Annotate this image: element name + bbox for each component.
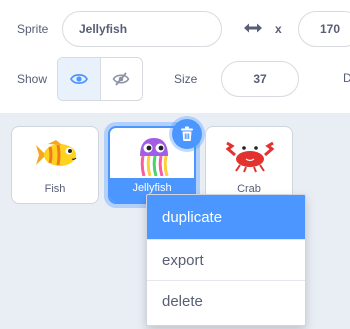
- crab-icon: [225, 141, 275, 173]
- menu-item-duplicate[interactable]: duplicate: [147, 195, 305, 239]
- show-sprite-button[interactable]: [58, 58, 101, 100]
- fish-icon: [36, 140, 77, 166]
- menu-item-delete[interactable]: delete: [147, 280, 305, 321]
- sprite-name-input[interactable]: Jellyfish: [62, 11, 222, 47]
- x-position-icon: [244, 23, 262, 33]
- sprite-info-panel: Sprite Jellyfish x 170 Show Size 37 D: [0, 0, 350, 112]
- trash-icon: [181, 126, 193, 141]
- delete-sprite-button[interactable]: [172, 119, 202, 149]
- sprite-context-menu: duplicate export delete: [146, 194, 306, 326]
- sprite-tile-crab[interactable]: Crab: [205, 126, 293, 204]
- size-label: Size: [174, 72, 198, 86]
- x-label: x: [275, 22, 282, 36]
- direction-label-partial: D: [343, 71, 350, 85]
- sprite-name: Jellyfish: [132, 182, 172, 194]
- eye-icon: [69, 73, 88, 85]
- sprite-tile-fish[interactable]: Fish: [11, 126, 99, 204]
- sprite-name: Fish: [44, 183, 66, 195]
- visibility-toggle-group: [57, 57, 143, 101]
- x-position-input[interactable]: 170: [298, 11, 350, 47]
- hide-sprite-button[interactable]: [101, 58, 143, 100]
- show-label: Show: [17, 72, 48, 86]
- sprite-label: Sprite: [17, 22, 49, 36]
- eye-slash-icon: [112, 72, 130, 86]
- menu-item-export[interactable]: export: [147, 239, 305, 280]
- size-input[interactable]: 37: [221, 61, 299, 97]
